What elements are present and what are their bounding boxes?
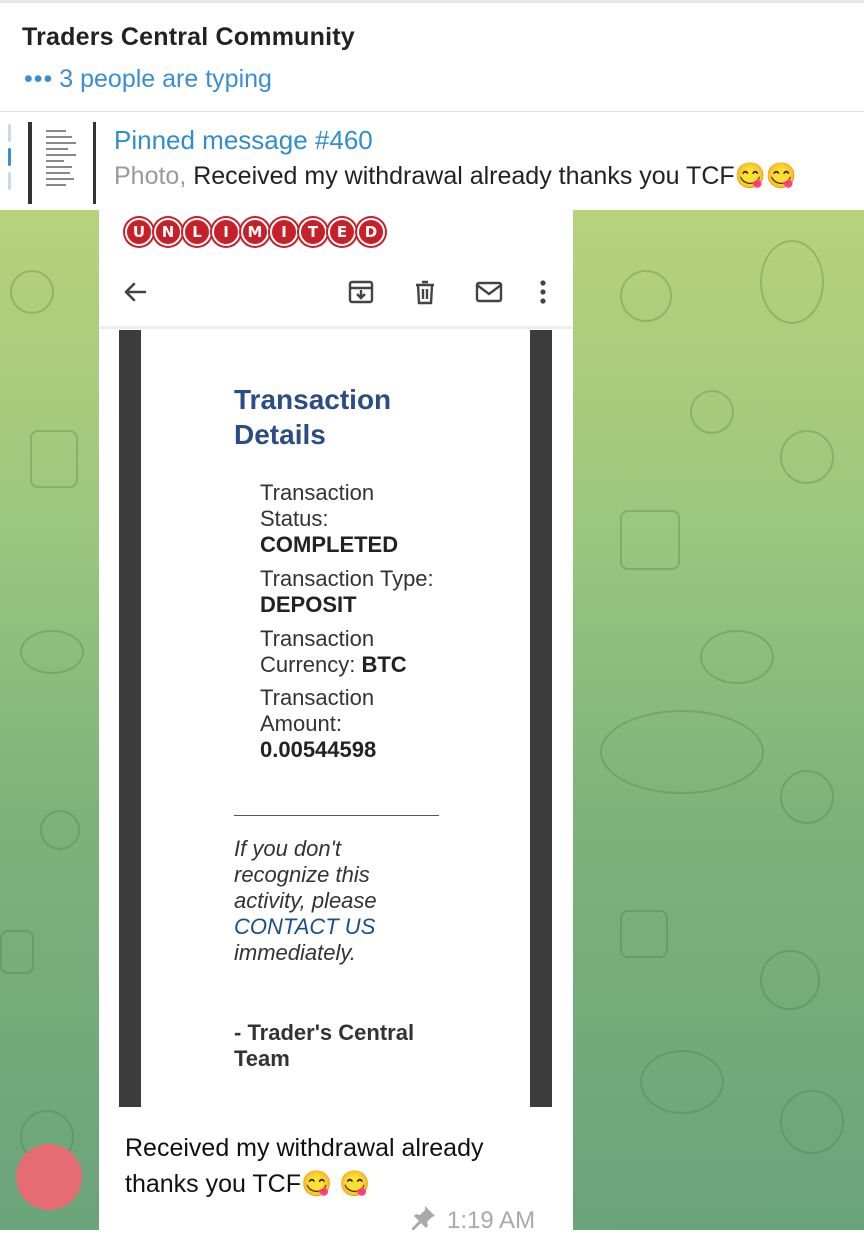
transaction-type: Transaction Type: DEPOSIT — [260, 566, 434, 617]
message-meta: 1:19 AM — [409, 1204, 535, 1237]
pinned-title[interactable]: Pinned message #460 — [114, 125, 373, 156]
security-note: If you don't recognize this activity, pl… — [234, 836, 377, 965]
unlimited-logo: UNLIMITED — [125, 218, 385, 246]
email-body: Transaction Details Transaction Status: … — [119, 330, 552, 1107]
typing-text: 3 people are typing — [59, 65, 272, 93]
email-toolbar — [99, 260, 573, 329]
delete-icon — [409, 276, 441, 308]
signature: - Trader's Central Team — [234, 1020, 415, 1071]
pinned-position-indicator — [8, 124, 12, 198]
message-bubble[interactable]: UNLIMITED Transaction Details Transactio… — [99, 210, 573, 1234]
pinned-preview: Photo, Received my withdrawal already th… — [114, 162, 797, 191]
logo-letter: N — [154, 218, 182, 246]
logo-letter: U — [125, 218, 153, 246]
transaction-status: Transaction Status: COMPLETED — [260, 480, 399, 557]
divider — [234, 815, 439, 816]
logo-letter: L — [183, 218, 211, 246]
typing-indicator: ••• 3 people are typing — [24, 65, 272, 94]
transaction-amount: Transaction Amount: 0.00544598 — [260, 685, 377, 762]
pin-icon — [409, 1204, 437, 1237]
pinned-preview-text: Received my withdrawal already thanks yo… — [186, 162, 797, 190]
contact-us-link: CONTACT US — [234, 914, 376, 939]
mail-icon — [473, 276, 505, 308]
message-time: 1:19 AM — [447, 1206, 536, 1234]
chat-title[interactable]: Traders Central Community — [22, 23, 355, 52]
logo-letter: D — [357, 218, 385, 246]
logo-letter: M — [241, 218, 269, 246]
transaction-heading: Transaction Details — [234, 384, 392, 450]
typing-dots-icon: ••• — [24, 65, 54, 93]
logo-letter: E — [328, 218, 356, 246]
avatar[interactable] — [16, 1144, 82, 1210]
logo-letter: I — [212, 218, 240, 246]
more-vertical-icon — [531, 276, 555, 308]
logo-letter: T — [299, 218, 327, 246]
pinned-preview-type: Photo, — [114, 162, 187, 190]
archive-icon — [345, 276, 377, 308]
pinned-thumbnail — [28, 122, 96, 204]
logo-letter: I — [270, 218, 298, 246]
back-arrow-icon — [119, 276, 151, 308]
message-caption: Received my withdrawal already thanks yo… — [125, 1134, 484, 1198]
transaction-currency: Transaction Currency: BTC — [260, 626, 407, 677]
chat-header[interactable]: Traders Central Community ••• 3 people ar… — [0, 0, 864, 112]
